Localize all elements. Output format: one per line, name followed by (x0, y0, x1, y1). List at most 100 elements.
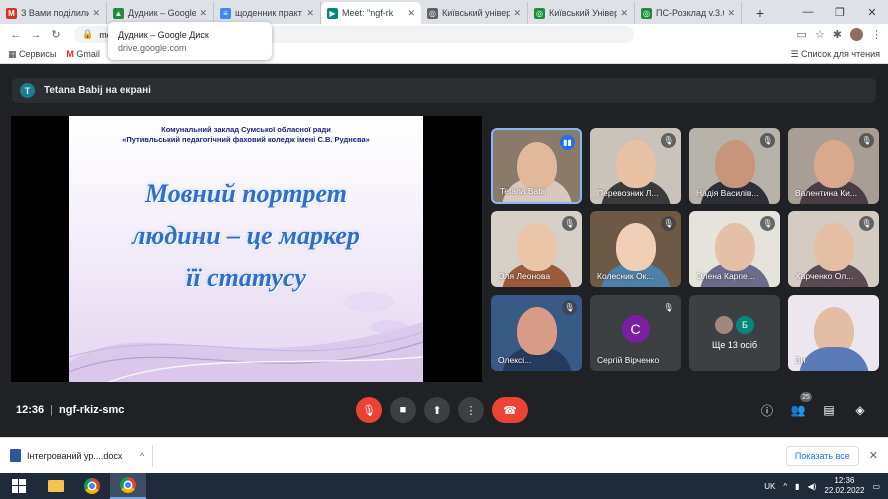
participant-video (516, 223, 557, 271)
close-tab-icon[interactable]: ✕ (407, 8, 415, 19)
close-tab-icon[interactable]: ✕ (727, 8, 735, 19)
presentation-slide: Комунальний заклад Сумської обласної рад… (69, 116, 423, 382)
browser-tab[interactable]: ◎ Київський Універ ✕ (528, 2, 635, 24)
slide-org-line1: Комунальний заклад Сумської обласної рад… (161, 125, 331, 134)
participant-tile[interactable]: 🎙 Олена Карпе... (689, 211, 780, 287)
input-language[interactable]: UK (764, 482, 775, 491)
taskbar-file-explorer[interactable] (38, 473, 74, 499)
speaking-indicator-icon: ▮▮ (560, 135, 575, 150)
participant-tile[interactable]: 🎙 Валентина Ки... (788, 128, 879, 204)
presenting-banner: T Tetana Babij на екрані (12, 78, 876, 103)
windows-start-button[interactable] (0, 473, 38, 499)
mic-off-icon: 🎙 (562, 216, 577, 231)
participant-tile[interactable]: ▮▮ Tetana Babij (491, 128, 582, 204)
participant-tile[interactable]: 🎙 Харченко Ол... (788, 211, 879, 287)
forward-icon[interactable]: → (26, 29, 46, 41)
camera-icon[interactable]: ▭ (797, 28, 807, 41)
more-options-button[interactable]: ⋮ (458, 397, 484, 423)
participant-tile[interactable]: 🎙 Колесник Ок... (590, 211, 681, 287)
more-vert-icon: ⋮ (465, 404, 477, 417)
reading-list[interactable]: ☰ Список для чтения (791, 49, 881, 60)
tab-title: ПС-Розклад v.3.6 (656, 8, 725, 18)
show-all-downloads-button[interactable]: Показать все (785, 445, 859, 466)
browser-tab[interactable]: ▲ Дудник – Google Д✕ (107, 2, 214, 24)
download-filename: Інтегрований ур....docx (27, 450, 123, 461)
participant-avatar: С (621, 315, 650, 343)
close-tab-icon[interactable]: ✕ (620, 8, 628, 19)
mic-toggle-button[interactable]: 🎙 (356, 397, 382, 423)
chat-icon: ▤ (823, 403, 835, 417)
participant-tile[interactable]: 🎙 Олексі... (491, 295, 582, 371)
window-controls: — ❐ ✕ (792, 0, 888, 24)
taskbar-chrome-active[interactable] (110, 473, 146, 499)
participants-button[interactable]: 👥 (789, 401, 807, 419)
close-window-button[interactable]: ✕ (856, 0, 888, 24)
minimize-button[interactable]: — (792, 0, 824, 24)
download-item[interactable]: Інтегрований ур....docx (10, 449, 132, 462)
back-icon[interactable]: ← (6, 29, 26, 41)
mic-off-icon: 🎙 (362, 404, 376, 417)
notifications-icon[interactable]: ▭ (872, 482, 880, 491)
close-tab-icon[interactable]: ✕ (306, 8, 314, 19)
word-doc-icon (10, 449, 21, 462)
chrome-icon (84, 478, 100, 494)
menu-dots-icon[interactable]: ⋮ (871, 28, 882, 41)
participant-name: Олена Карпе... (696, 271, 755, 281)
participant-tile[interactable]: 🎙 С Сергій Вірченко (590, 295, 681, 371)
participant-video (516, 307, 557, 355)
browser-tab[interactable]: M З Вами поділилис ✕ (0, 2, 107, 24)
close-tab-icon[interactable]: ✕ (199, 8, 207, 19)
participant-video (615, 140, 656, 188)
bookmark-apps-label: Сервисы (19, 48, 57, 59)
folder-icon (48, 480, 64, 492)
maximize-button[interactable]: ❐ (824, 0, 856, 24)
self-view-tile[interactable]: Ви (788, 295, 879, 371)
participant-video (714, 140, 755, 188)
screen-share-view[interactable]: Комунальний заклад Сумської обласної рад… (11, 116, 482, 382)
browser-tab[interactable]: ◎ ПС-Розклад v.3.6 ✕ (635, 2, 742, 24)
close-download-bar-icon[interactable]: ✕ (869, 449, 878, 462)
reading-list-label: Список для чтения (801, 48, 880, 59)
participant-tile[interactable]: 🎙 Надія Василів... (689, 128, 780, 204)
extensions-icon[interactable]: ✱ (833, 28, 842, 41)
tab-favicon-icon: M (6, 7, 17, 19)
tab-title: щоденник практ (235, 8, 302, 18)
meeting-details-button[interactable]: ⓘ (758, 401, 776, 419)
slide-org-line2: «Путивльський педагогічний фаховий колед… (122, 135, 370, 144)
windows-logo-icon (12, 479, 26, 493)
participant-tile[interactable]: 🎙 Перевозник Л... (590, 128, 681, 204)
close-tab-icon[interactable]: ✕ (92, 8, 100, 19)
camera-toggle-button[interactable]: ■ (390, 397, 416, 423)
profile-avatar[interactable] (850, 28, 863, 41)
windows-taskbar: UK ^ ▮ ◀) 12:36 22.02.2022 ▭ (0, 473, 888, 499)
participant-tile[interactable]: 🎙 Оля Леонова (491, 211, 582, 287)
bookmark-gmail[interactable]: M Gmail (66, 49, 100, 59)
leave-call-button[interactable]: ☎ (492, 397, 528, 423)
new-tab-button[interactable]: + (750, 3, 770, 23)
chevron-up-icon[interactable]: ^ (140, 451, 144, 461)
browser-tab[interactable]: ≡ щоденник практ ✕ (214, 2, 321, 24)
bookmark-star-icon[interactable]: ☆ (815, 28, 825, 41)
browser-tab[interactable]: ◎ Київський універ ✕ (421, 2, 528, 24)
mic-off-icon: 🎙 (859, 216, 874, 231)
browser-tabstrip: MЗ Вами поділилис✕▲Дудник – Google Д✕≡що… (0, 0, 888, 24)
download-bar: Інтегрований ур....docx ^ Показать все ✕ (0, 437, 888, 473)
present-button[interactable]: ⬆ (424, 397, 450, 423)
taskbar-clock[interactable]: 12:36 22.02.2022 (824, 476, 864, 496)
browser-tab[interactable]: ▶ Meet: "ngf-rk ✕ (321, 2, 421, 24)
bookmark-apps[interactable]: ▦ Сервисы (8, 49, 56, 60)
taskbar-chrome[interactable] (74, 473, 110, 499)
activities-button[interactable]: ◈ (851, 401, 869, 419)
reload-icon[interactable]: ↻ (46, 28, 66, 41)
tab-title: Київський універ (442, 8, 511, 18)
volume-icon[interactable]: ◀) (808, 482, 817, 491)
slide-title-line2: людини – це маркер (132, 221, 360, 250)
tray-chevron-icon[interactable]: ^ (783, 482, 787, 491)
close-tab-icon[interactable]: ✕ (513, 8, 521, 19)
presenting-text: Tetana Babij на екрані (44, 85, 151, 96)
more-participants-tile[interactable]: Б Ще 13 осіб (689, 295, 780, 371)
clock-date: 22.02.2022 (824, 486, 865, 495)
participant-name: Перевозник Л... (597, 188, 659, 198)
chat-button[interactable]: ▤ (820, 401, 838, 419)
network-icon[interactable]: ▮ (795, 482, 799, 491)
